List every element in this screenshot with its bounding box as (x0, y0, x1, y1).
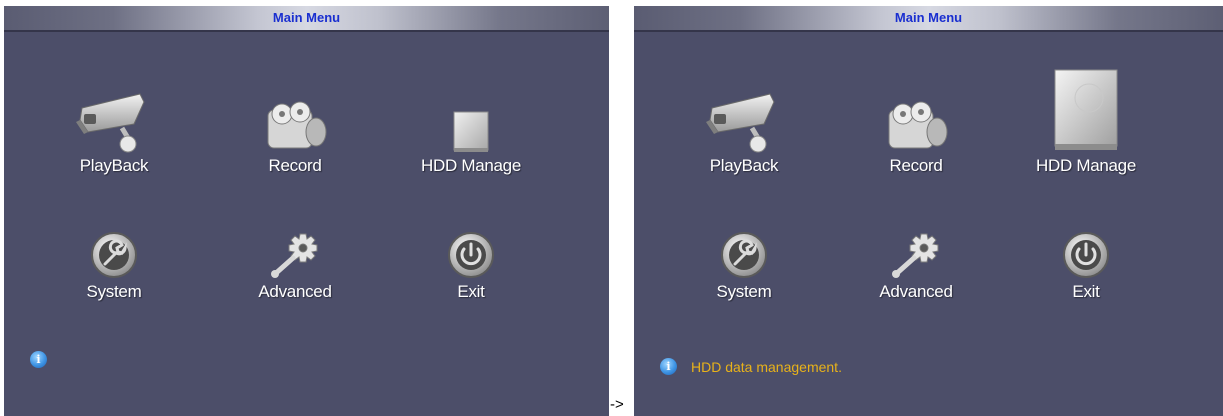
menu-item-system[interactable]: System (49, 224, 179, 304)
title-bar: Main Menu (634, 6, 1223, 32)
hdd-icon (406, 98, 536, 154)
record-icon (851, 98, 981, 154)
power-icon (406, 224, 536, 280)
info-icon: i (30, 351, 47, 368)
title-bar: Main Menu (4, 6, 609, 32)
menu-item-label: Exit (457, 282, 485, 301)
status-bar: i HDD data management. (660, 358, 842, 375)
menu-item-hdd-manage[interactable]: HDD Manage (406, 98, 536, 178)
wrench-icon (679, 224, 809, 280)
menu-item-label: Record (889, 156, 943, 175)
menu-item-label: PlayBack (709, 156, 779, 175)
record-icon (230, 98, 360, 154)
menu-item-label: Advanced (879, 282, 953, 301)
menu-item-system[interactable]: System (679, 224, 809, 304)
menu-item-exit[interactable]: Exit (406, 224, 536, 304)
gear-wrench-icon (230, 224, 360, 280)
menu-item-playback[interactable]: PlayBack (49, 93, 179, 178)
menu-item-record[interactable]: Record (851, 98, 981, 178)
menu-item-hdd-manage-selected[interactable]: HDD Manage (1021, 69, 1151, 178)
camera-icon (679, 93, 809, 154)
menu-item-label: HDD Manage (421, 156, 521, 175)
menu-item-label: System (716, 282, 772, 301)
status-text: HDD data management. (691, 358, 842, 375)
wrench-icon (49, 224, 179, 280)
menu-item-label: Record (268, 156, 322, 175)
menu-item-record[interactable]: Record (230, 98, 360, 178)
main-menu-window-after: Main Menu PlayBack Record HDD Manage Sys… (634, 6, 1223, 416)
info-icon: i (660, 358, 677, 375)
window-title: Main Menu (894, 10, 963, 25)
menu-item-label: PlayBack (79, 156, 149, 175)
menu-item-label: System (86, 282, 142, 301)
menu-item-label: Exit (1072, 282, 1100, 301)
menu-item-advanced[interactable]: Advanced (230, 224, 360, 304)
power-icon (1021, 224, 1151, 280)
hdd-icon (1021, 66, 1151, 154)
menu-item-label: Advanced (258, 282, 332, 301)
transition-arrow: -> (610, 396, 624, 413)
main-menu-window-before: Main Menu PlayBack Record HDD Manage Sys… (4, 6, 609, 416)
menu-item-playback[interactable]: PlayBack (679, 93, 809, 178)
status-bar: i (30, 351, 61, 368)
gear-wrench-icon (851, 224, 981, 280)
camera-icon (49, 93, 179, 154)
menu-item-exit[interactable]: Exit (1021, 224, 1151, 304)
menu-item-advanced[interactable]: Advanced (851, 224, 981, 304)
menu-item-label: HDD Manage (1036, 156, 1136, 175)
window-title: Main Menu (272, 10, 341, 25)
